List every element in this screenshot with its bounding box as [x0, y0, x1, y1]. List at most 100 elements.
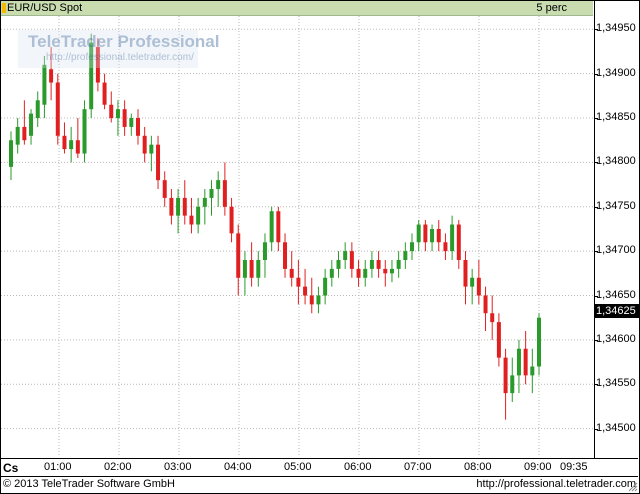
candle-down[interactable]	[156, 144, 161, 181]
candle-down[interactable]	[276, 211, 281, 243]
candle-down[interactable]	[249, 260, 254, 278]
candle-up[interactable]	[430, 228, 435, 243]
candle-up[interactable]	[323, 277, 328, 296]
candle-down[interactable]	[75, 140, 80, 154]
candle-down[interactable]	[283, 242, 288, 269]
candle-up[interactable]	[256, 260, 261, 278]
candle-down[interactable]	[523, 348, 528, 376]
candle-up[interactable]	[149, 144, 154, 154]
candle-up[interactable]	[209, 189, 214, 198]
candle-up[interactable]	[82, 109, 87, 154]
time-tick-label: 06:00	[344, 461, 372, 473]
candle-up[interactable]	[516, 348, 521, 376]
candle-up[interactable]	[262, 242, 267, 261]
price-tick-label: 1,34600	[596, 332, 636, 345]
candle-down[interactable]	[356, 268, 361, 278]
candle-down[interactable]	[503, 357, 508, 394]
candle-down[interactable]	[162, 180, 167, 198]
candle-down[interactable]	[303, 286, 308, 296]
candle-down[interactable]	[109, 104, 114, 119]
candle-up[interactable]	[336, 260, 341, 269]
candle-down[interactable]	[122, 109, 127, 127]
candle-up[interactable]	[15, 126, 20, 145]
candle-up[interactable]	[389, 268, 394, 274]
candle-up[interactable]	[329, 268, 334, 278]
candle-down[interactable]	[182, 197, 187, 216]
candle-down[interactable]	[55, 82, 60, 136]
interval-label[interactable]: 5 perc	[536, 2, 567, 14]
candle-down[interactable]	[376, 260, 381, 269]
time-tick-label: 09:00	[524, 461, 552, 473]
candlestick-chart[interactable]	[1, 16, 593, 457]
candle-down[interactable]	[490, 313, 495, 323]
candle-down[interactable]	[189, 215, 194, 225]
candle-down[interactable]	[309, 295, 314, 305]
candle-up[interactable]	[363, 268, 368, 278]
candle-down[interactable]	[222, 180, 227, 207]
candle-up[interactable]	[403, 251, 408, 261]
candle-up[interactable]	[537, 317, 541, 367]
candle-down[interactable]	[463, 260, 468, 287]
candle-up[interactable]	[69, 140, 74, 150]
candle-up[interactable]	[470, 277, 475, 287]
watermark: TeleTrader Professional http://professio…	[18, 30, 219, 68]
plot-area[interactable]	[1, 16, 593, 457]
chart-style-label[interactable]: Cs	[3, 461, 18, 475]
candle-down[interactable]	[443, 242, 448, 252]
candle-down[interactable]	[483, 295, 488, 314]
series-color-marker	[2, 3, 6, 13]
candle-up[interactable]	[216, 180, 221, 190]
candle-down[interactable]	[423, 224, 428, 243]
time-tick-label: 02:00	[104, 461, 132, 473]
candle-up[interactable]	[9, 140, 13, 167]
candle-up[interactable]	[129, 118, 134, 127]
candle-down[interactable]	[135, 118, 140, 136]
candle-down[interactable]	[456, 224, 461, 261]
candle-down[interactable]	[142, 135, 147, 154]
symbol-label[interactable]: EUR/USD Spot	[7, 2, 82, 14]
time-tick-label: 07:00	[404, 461, 432, 473]
candle-down[interactable]	[436, 228, 441, 243]
candle-down[interactable]	[169, 197, 174, 216]
price-tick-label: 1,34950	[596, 22, 636, 35]
candle-up[interactable]	[115, 109, 120, 119]
candle-down[interactable]	[102, 82, 107, 105]
resize-grip-icon[interactable]	[628, 482, 638, 492]
candle-down[interactable]	[229, 206, 234, 234]
candle-up[interactable]	[35, 100, 40, 119]
chart-header: EUR/USD Spot 5 perc	[1, 1, 593, 16]
candle-up[interactable]	[530, 366, 535, 376]
candle-down[interactable]	[62, 135, 67, 150]
price-tick-label: 1,34700	[596, 244, 636, 257]
candle-up[interactable]	[196, 206, 201, 225]
candle-down[interactable]	[236, 233, 241, 278]
candle-down[interactable]	[476, 277, 481, 296]
candle-up[interactable]	[269, 211, 274, 243]
footer-url[interactable]: http://professional.teletrader.com	[476, 478, 636, 490]
time-tick-label: 09:35	[560, 461, 588, 473]
price-tick-label: 1,34750	[596, 199, 636, 212]
candle-up[interactable]	[343, 251, 348, 261]
candle-down[interactable]	[349, 251, 354, 269]
candle-up[interactable]	[510, 375, 515, 394]
candle-up[interactable]	[396, 260, 401, 269]
candle-down[interactable]	[289, 268, 294, 278]
candle-up[interactable]	[29, 113, 34, 136]
candle-up[interactable]	[316, 295, 321, 305]
price-tick-label: 1,34550	[596, 377, 636, 390]
candle-up[interactable]	[202, 197, 207, 207]
candle-up[interactable]	[176, 197, 181, 216]
candle-down[interactable]	[49, 69, 54, 83]
time-tick-label: 04:00	[224, 461, 252, 473]
candle-up[interactable]	[242, 260, 247, 278]
candle-up[interactable]	[450, 224, 455, 252]
time-tick-label: 03:00	[164, 461, 192, 473]
candle-up[interactable]	[410, 242, 415, 252]
candle-up[interactable]	[416, 224, 421, 243]
candle-down[interactable]	[496, 322, 501, 358]
candle-down[interactable]	[22, 126, 27, 141]
candle-up[interactable]	[369, 260, 374, 269]
candle-down[interactable]	[383, 268, 388, 274]
candle-up[interactable]	[42, 64, 47, 105]
candle-down[interactable]	[296, 277, 301, 287]
